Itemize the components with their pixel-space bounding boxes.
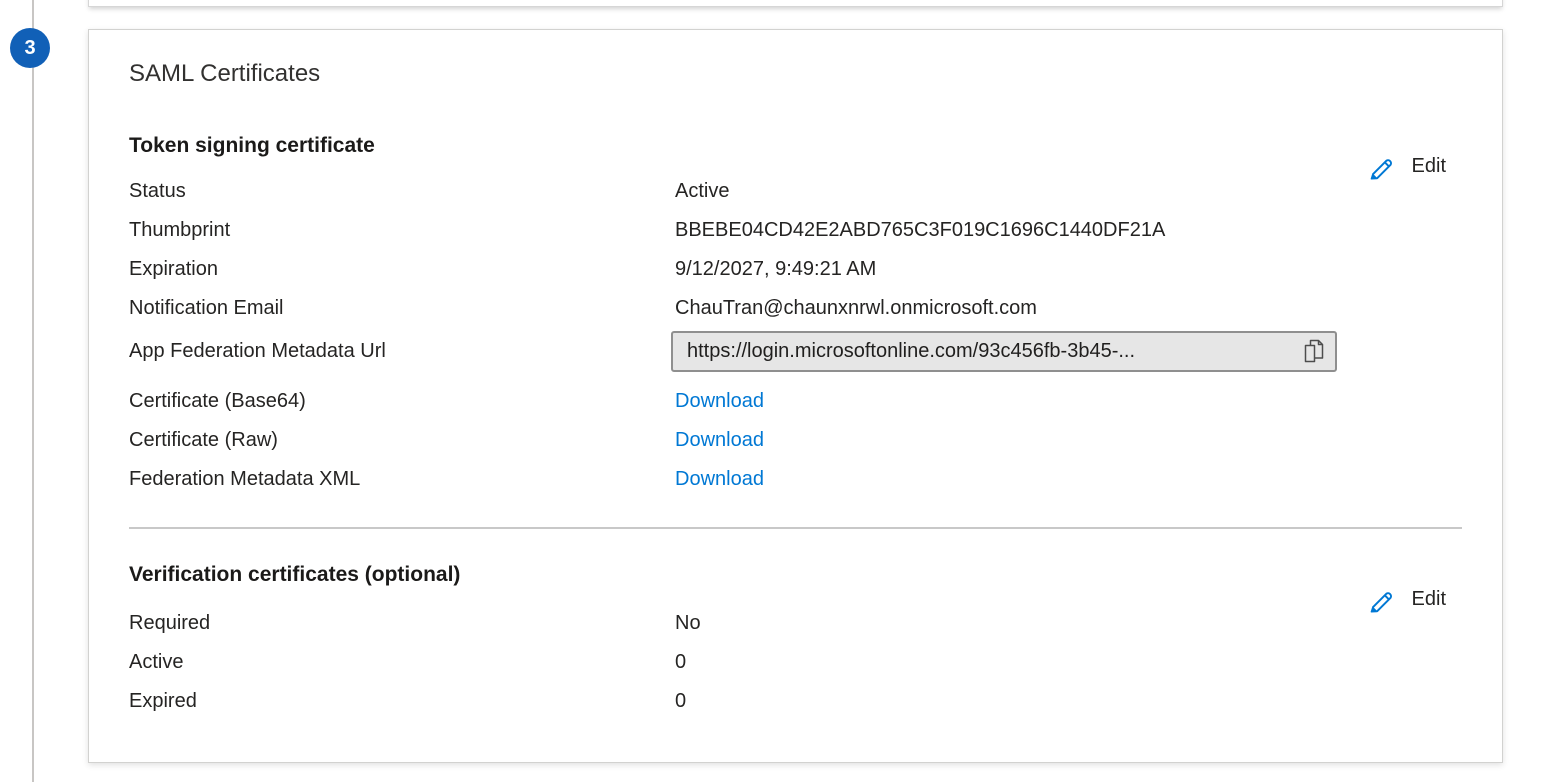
certificate-base64-label: Certificate (Base64) [129, 390, 675, 413]
expired-count-label: Expired [129, 690, 675, 713]
expiration-label: Expiration [129, 258, 675, 281]
edit-token-signing-certificate-button[interactable]: Edit [1367, 146, 1446, 186]
card-title: SAML Certificates [129, 58, 1462, 90]
previous-card-bottom-edge [88, 0, 1503, 7]
federation-metadata-xml-label: Federation Metadata XML [129, 468, 675, 491]
pencil-icon [1367, 583, 1399, 615]
expiration-row: Expiration 9/12/2027, 9:49:21 AM [129, 250, 1462, 289]
status-row: Status Active [129, 172, 1462, 211]
certificate-raw-row: Certificate (Raw) Download [129, 421, 1462, 460]
pencil-icon [1367, 150, 1399, 182]
expired-count-row: Expired 0 [129, 682, 1462, 721]
step-number: 3 [24, 37, 35, 60]
certificate-base64-download-link[interactable]: Download [675, 390, 764, 412]
status-value: Active [675, 180, 729, 203]
certificate-raw-label: Certificate (Raw) [129, 429, 675, 452]
active-count-row: Active 0 [129, 643, 1462, 682]
status-label: Status [129, 180, 675, 203]
federation-metadata-xml-download-link[interactable]: Download [675, 468, 764, 490]
metadata-url-value: https://login.microsoftonline.com/93c456… [687, 340, 1135, 363]
copy-icon[interactable] [1302, 338, 1325, 364]
active-count-value: 0 [675, 651, 686, 674]
step-number-badge: 3 [10, 28, 50, 68]
thumbprint-label: Thumbprint [129, 219, 675, 242]
notification-email-label: Notification Email [129, 297, 675, 320]
certificate-download-rows: Certificate (Base64) Download Certificat… [129, 382, 1462, 499]
app-federation-metadata-url-label: App Federation Metadata Url [129, 340, 675, 363]
expiration-value: 9/12/2027, 9:49:21 AM [675, 258, 876, 281]
certificate-raw-download-link[interactable]: Download [675, 429, 764, 451]
saml-certificates-card: SAML Certificates Edit Token signing cer… [88, 29, 1503, 763]
federation-metadata-xml-row: Federation Metadata XML Download [129, 460, 1462, 499]
edit-button-label: Edit [1412, 588, 1446, 611]
notification-email-row: Notification Email ChauTran@chaunxnrwl.o… [129, 289, 1462, 328]
section-divider [129, 527, 1462, 529]
required-row: Required No [129, 604, 1462, 643]
stepper-connector-line [32, 0, 34, 782]
required-value: No [675, 612, 701, 635]
required-label: Required [129, 612, 675, 635]
thumbprint-row: Thumbprint BBEBE04CD42E2ABD765C3F019C169… [129, 211, 1462, 250]
notification-email-value: ChauTran@chaunxnrwl.onmicrosoft.com [675, 297, 1037, 320]
expired-count-value: 0 [675, 690, 686, 713]
edit-button-label: Edit [1412, 155, 1446, 178]
active-count-label: Active [129, 651, 675, 674]
metadata-url-copy-box[interactable]: https://login.microsoftonline.com/93c456… [671, 331, 1337, 372]
verification-certificate-fields: Required No Active 0 Expired 0 [129, 604, 1462, 721]
certificate-base64-row: Certificate (Base64) Download [129, 382, 1462, 421]
token-signing-certificate-heading: Token signing certificate [129, 132, 1462, 160]
verification-certificates-heading: Verification certificates (optional) [129, 561, 1462, 589]
token-certificate-fields: Status Active Thumbprint BBEBE04CD42E2AB… [129, 172, 1462, 374]
thumbprint-value: BBEBE04CD42E2ABD765C3F019C1696C1440DF21A [675, 219, 1165, 242]
edit-verification-certificates-button[interactable]: Edit [1367, 579, 1446, 619]
app-federation-metadata-url-row: App Federation Metadata Url https://logi… [129, 328, 1462, 374]
